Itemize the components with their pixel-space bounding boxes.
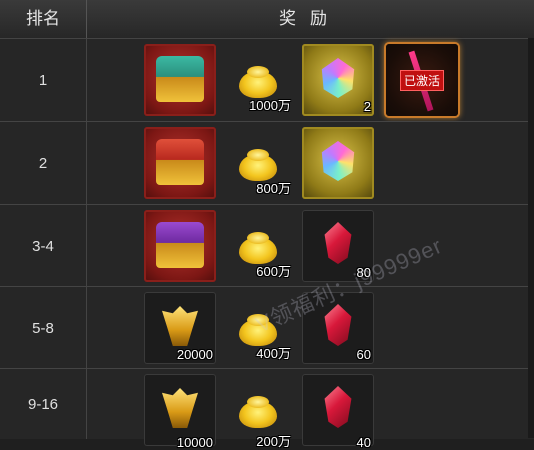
treasure-chest-slot[interactable] — [144, 210, 216, 282]
ruby-icon — [324, 222, 352, 264]
item-quantity: 2 — [363, 99, 371, 114]
item-quantity: 800万 — [256, 181, 291, 196]
golden-helm-icon — [162, 306, 198, 346]
ruby-icon — [324, 386, 352, 428]
activated-badge: 已激活 — [400, 70, 445, 91]
reward-column-header: 奖励 — [279, 9, 341, 28]
treasure-chest-icon — [156, 222, 204, 268]
ruby-slot[interactable]: 40 — [302, 374, 374, 450]
item-quantity: 40 — [356, 435, 371, 450]
gold-ingot-slot[interactable]: 1000万 — [222, 44, 294, 116]
gold-ingot-slot[interactable]: 800万 — [222, 127, 294, 199]
table-row: 3-4 600万 80 — [0, 204, 534, 287]
item-quantity: 200万 — [256, 434, 291, 449]
golden-helm-icon — [162, 388, 198, 428]
gold-ingot-slot[interactable]: 600万 — [222, 210, 294, 282]
magic-wand-slot[interactable]: 已激活 — [386, 44, 458, 116]
item-quantity: 20000 — [176, 347, 213, 362]
rainbow-gem-slot[interactable] — [302, 127, 374, 199]
rank-cell: 9-16 — [0, 369, 87, 439]
gold-ingot-icon — [239, 396, 277, 428]
rank-column-header: 排名 — [0, 0, 87, 38]
rainbow-gem-icon — [321, 141, 355, 181]
item-quantity: 600万 — [256, 264, 291, 279]
rank-cell: 5-8 — [0, 287, 87, 369]
item-quantity: 400万 — [256, 346, 291, 361]
treasure-chest-icon — [156, 139, 204, 185]
rank-cell: 3-4 — [0, 205, 87, 287]
table-header: 排名 奖励 — [0, 0, 534, 39]
item-quantity: 1000万 — [249, 98, 291, 113]
gold-ingot-slot[interactable]: 200万 — [222, 374, 294, 449]
treasure-chest-icon — [156, 56, 204, 102]
golden-helm-slot[interactable]: 10000 — [144, 374, 216, 450]
table-row: 1 1000万 2 已激活 — [0, 38, 534, 122]
table-row: 2 800万 — [0, 121, 534, 205]
golden-helm-slot[interactable]: 20000 — [144, 292, 216, 364]
item-quantity: 60 — [356, 347, 371, 362]
treasure-chest-slot[interactable] — [144, 44, 216, 116]
rank-cell: 2 — [0, 122, 87, 205]
rank-cell: 1 — [0, 39, 87, 122]
treasure-chest-slot[interactable] — [144, 127, 216, 199]
item-quantity: 10000 — [176, 435, 213, 450]
table-row: 9-16 10000 200万 40 — [0, 368, 534, 450]
scrollbar[interactable] — [528, 38, 534, 438]
rainbow-gem-icon — [321, 58, 355, 98]
rainbow-gem-slot[interactable]: 2 — [302, 44, 374, 116]
ranking-reward-panel: 排名 奖励 1 1000万 2 已激活 2 800万 3-4 600万 80 5… — [0, 0, 534, 450]
